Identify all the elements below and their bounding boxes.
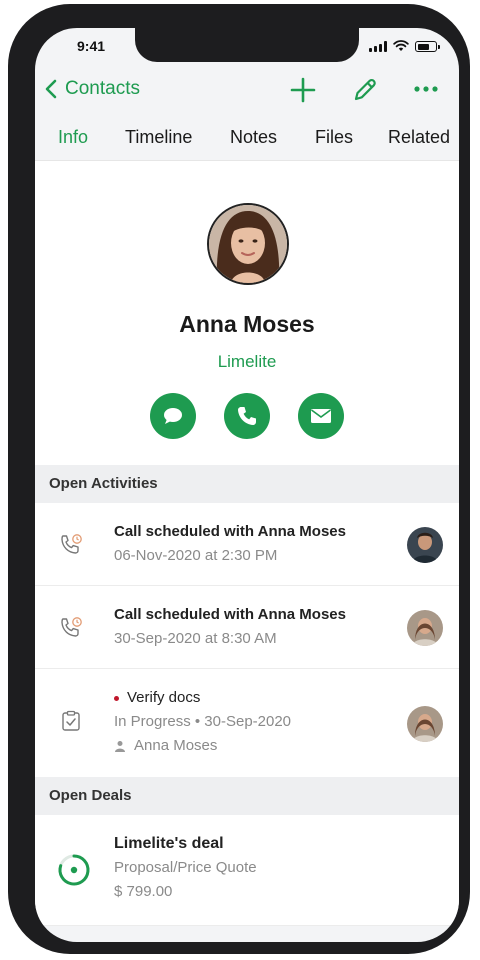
phone-frame: 9:41 Contacts Info Timeline Notes Files … <box>8 4 470 954</box>
tab-files[interactable]: Files <box>315 127 353 148</box>
person-icon <box>115 740 125 752</box>
email-button[interactable] <box>298 393 344 439</box>
deal-amount: $ 799.00 <box>114 883 173 900</box>
deal-item[interactable]: Limelite's deal Proposal/Price Quote $ 7… <box>35 815 459 926</box>
task-owner: Anna Moses <box>114 737 217 754</box>
mail-icon <box>311 409 331 423</box>
task-clipboard-icon <box>62 710 80 731</box>
section-title: Open Activities <box>49 475 158 492</box>
chat-button[interactable] <box>150 393 196 439</box>
task-status-date: In Progress • 30-Sep-2020 <box>114 713 292 730</box>
status-time: 9:41 <box>77 38 106 54</box>
tab-timeline[interactable]: Timeline <box>125 127 192 148</box>
more-dots-icon[interactable] <box>414 85 438 93</box>
contact-profile-card: Anna Moses Limelite <box>35 160 459 466</box>
contact-company-link[interactable]: Limelite <box>35 352 459 372</box>
open-deals-header: Open Deals <box>35 777 459 815</box>
chevron-left-icon <box>45 79 57 99</box>
call-schedule-icon <box>61 617 82 637</box>
phone-icon <box>238 407 256 425</box>
contact-actions <box>150 393 344 439</box>
plus-icon[interactable] <box>290 77 316 103</box>
activity-datetime: 06-Nov-2020 at 2:30 PM <box>114 547 278 564</box>
task-title: Verify docs <box>127 689 201 706</box>
avatar-portrait-image <box>209 205 287 283</box>
status-icons <box>369 40 440 52</box>
deal-title: Limelite's deal <box>114 835 224 852</box>
call-button[interactable] <box>224 393 270 439</box>
phone-screen: 9:41 Contacts Info Timeline Notes Files … <box>35 28 459 942</box>
wifi-icon <box>393 40 409 51</box>
open-activities-list: Call scheduled with Anna Moses 06-Nov-20… <box>35 503 459 779</box>
phone-notch <box>135 28 359 62</box>
tab-related[interactable]: Related <box>388 127 450 148</box>
owner-avatar <box>407 527 443 563</box>
navbar: Contacts <box>35 68 459 118</box>
deal-stage: Proposal/Price Quote <box>114 859 257 876</box>
home-indicator <box>175 938 319 942</box>
activity-item[interactable]: Call scheduled with Anna Moses 30-Sep-20… <box>35 586 459 669</box>
priority-dot <box>114 695 119 701</box>
tab-notes[interactable]: Notes <box>230 127 277 148</box>
owner-avatar <box>407 610 443 646</box>
tab-bar: Info Timeline Notes Files Related <box>35 122 459 160</box>
signal-icon <box>369 41 387 52</box>
section-title: Open Deals <box>49 787 132 804</box>
activity-item[interactable]: Call scheduled with Anna Moses 06-Nov-20… <box>35 503 459 586</box>
contact-avatar[interactable] <box>207 203 289 285</box>
back-button[interactable]: Contacts <box>43 78 140 100</box>
chat-icon <box>164 408 182 424</box>
activity-item[interactable]: Verify docs In Progress • 30-Sep-2020 An… <box>35 669 459 779</box>
open-activities-header: Open Activities <box>35 465 459 503</box>
deal-stage-progress-icon <box>58 854 90 886</box>
pencil-icon[interactable] <box>352 77 378 103</box>
back-label: Contacts <box>65 78 140 99</box>
open-deals-list: Limelite's deal Proposal/Price Quote $ 7… <box>35 815 459 926</box>
activity-datetime: 30-Sep-2020 at 8:30 AM <box>114 630 277 647</box>
activity-title: Call scheduled with Anna Moses <box>114 523 346 540</box>
activity-title: Verify docs <box>114 689 200 706</box>
battery-icon <box>415 41 440 52</box>
tab-info[interactable]: Info <box>58 127 88 148</box>
owner-avatar <box>407 706 443 742</box>
activity-title: Call scheduled with Anna Moses <box>114 606 346 623</box>
contact-name: Anna Moses <box>179 311 315 337</box>
task-owner-name: Anna Moses <box>134 737 218 754</box>
call-schedule-icon <box>61 534 82 554</box>
